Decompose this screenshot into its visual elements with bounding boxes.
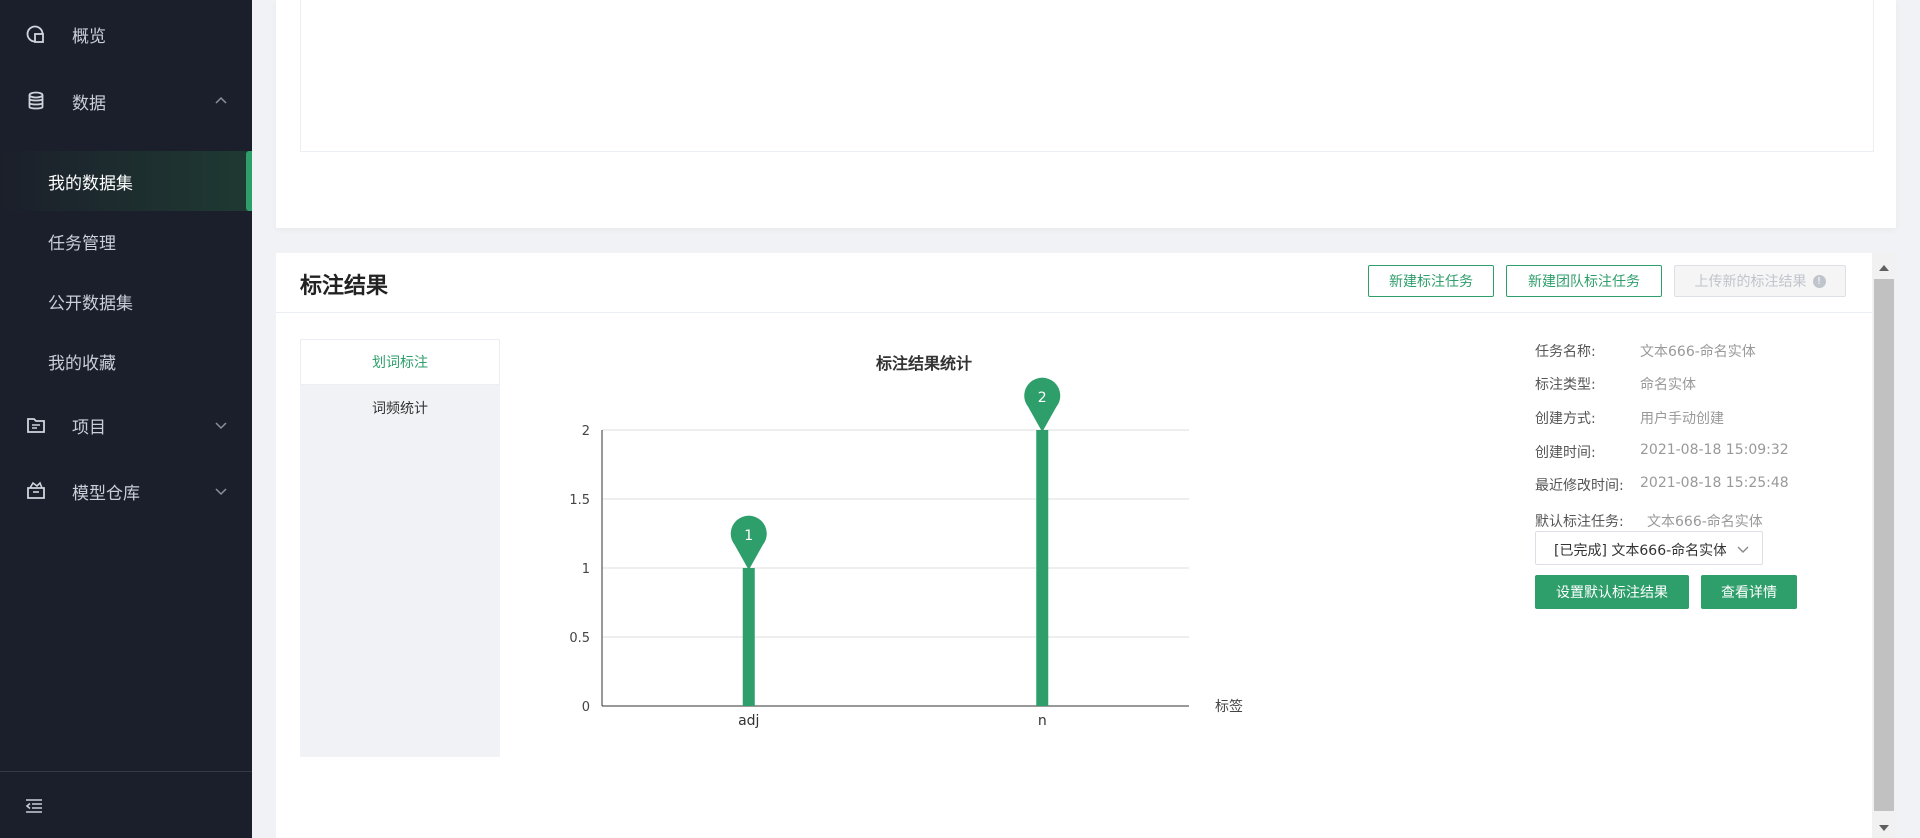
x-axis-label: 标签 xyxy=(1215,698,1243,715)
upload-result-label: 上传新的标注结果 xyxy=(1694,274,1807,290)
chevron-up-icon xyxy=(214,94,228,108)
info-value: 命名实体 xyxy=(1640,377,1696,393)
info-row-modified-time: 最近修改时间: 2021-08-18 15:25:48 xyxy=(1535,475,1789,495)
info-key: 默认标注任务: xyxy=(1535,514,1624,530)
collapse-menu-icon[interactable] xyxy=(24,796,44,816)
chart: 标注结果统计 0 0.5 1 1.5 2 标签 adj 1 n 2 xyxy=(524,313,1504,783)
upload-result-button: 上传新的标注结果 ! xyxy=(1674,265,1846,297)
info-icon: ! xyxy=(1812,274,1826,288)
top-card xyxy=(276,0,1896,228)
sidebar-item-data[interactable]: 数据 xyxy=(0,73,252,129)
info-row-task-name: 任务名称: 文本666-命名实体 xyxy=(1535,341,1756,361)
sidebar-subitem-task-management[interactable]: 任务管理 xyxy=(0,211,252,271)
sidebar-divider xyxy=(0,771,252,772)
tab-word-annotation[interactable]: 划词标注 xyxy=(300,339,500,385)
info-value: 2021-08-18 15:25:48 xyxy=(1640,475,1789,491)
sidebar-item-label: 模型仓库 xyxy=(72,483,140,504)
chevron-down-icon xyxy=(1736,542,1750,556)
sidebar: 概览 数据 我的数据集 任务管理 公开数据集 我的收藏 项目 模型仓库 xyxy=(0,0,252,838)
y-tick-label: 1.5 xyxy=(569,493,590,508)
info-key: 创建时间: xyxy=(1535,445,1596,461)
sidebar-item-label: 概览 xyxy=(72,26,106,47)
sidebar-subitem-label: 公开数据集 xyxy=(48,293,133,314)
sidebar-item-label: 数据 xyxy=(72,93,106,114)
sidebar-item-overview[interactable]: 概览 xyxy=(0,6,252,62)
info-value: 2021-08-18 15:09:32 xyxy=(1640,442,1789,458)
bar xyxy=(1036,430,1049,706)
database-icon xyxy=(26,91,46,111)
result-card: 标注结果 新建标注任务 新建团队标注任务 上传新的标注结果 ! 划词标注 词频统… xyxy=(276,253,1896,838)
info-row-annotation-type: 标注类型: 命名实体 xyxy=(1535,374,1696,394)
chart-svg: 标注结果统计 0 0.5 1 1.5 2 标签 adj 1 n 2 xyxy=(569,354,1243,729)
info-key: 创建方式: xyxy=(1535,411,1596,427)
y-tick-label: 1 xyxy=(582,562,590,577)
data-label: 2 xyxy=(1038,390,1047,406)
result-header: 标注结果 新建标注任务 新建团队标注任务 上传新的标注结果 ! xyxy=(276,253,1872,313)
sidebar-subitem-my-datasets[interactable]: 我的数据集 xyxy=(0,151,252,211)
sidebar-item-project[interactable]: 项目 xyxy=(0,397,252,453)
scrollbar[interactable] xyxy=(1872,253,1896,838)
new-team-task-button[interactable]: 新建团队标注任务 xyxy=(1506,265,1662,297)
y-tick-label: 2 xyxy=(582,424,590,439)
overview-icon xyxy=(26,24,46,44)
sidebar-subitem-label: 我的收藏 xyxy=(48,353,116,374)
result-title: 标注结果 xyxy=(300,274,389,299)
tab-word-frequency[interactable]: 词频统计 xyxy=(300,385,500,431)
sidebar-item-model-repo[interactable]: 模型仓库 xyxy=(0,463,252,519)
info-key: 标注类型: xyxy=(1535,377,1596,393)
scroll-down-arrow-icon[interactable] xyxy=(1878,821,1890,831)
info-value: 文本666-命名实体 xyxy=(1640,344,1756,360)
new-task-button[interactable]: 新建标注任务 xyxy=(1368,265,1494,297)
sidebar-subitem-public-datasets[interactable]: 公开数据集 xyxy=(0,271,252,331)
chart-title: 标注结果统计 xyxy=(875,354,972,373)
preview-area xyxy=(300,0,1874,152)
info-row-creation-method: 创建方式: 用户手动创建 xyxy=(1535,408,1724,428)
scroll-up-arrow-icon[interactable] xyxy=(1878,261,1890,271)
info-key: 最近修改时间: xyxy=(1535,478,1624,494)
project-icon xyxy=(26,415,46,435)
active-indicator xyxy=(246,151,252,211)
model-repo-icon xyxy=(26,481,46,501)
info-value: 文本666-命名实体 xyxy=(1647,514,1763,530)
tab-panel: 划词标注 词频统计 xyxy=(300,339,500,757)
y-tick-label: 0 xyxy=(582,700,590,715)
sidebar-subitem-my-favorites[interactable]: 我的收藏 xyxy=(0,331,252,391)
scroll-thumb[interactable] xyxy=(1874,279,1894,811)
info-row-default-task: 默认标注任务: 文本666-命名实体 xyxy=(1535,511,1763,531)
sidebar-item-label: 项目 xyxy=(72,417,106,438)
chevron-down-icon xyxy=(214,484,228,498)
info-row-created-time: 创建时间: 2021-08-18 15:09:32 xyxy=(1535,442,1789,462)
chevron-down-icon xyxy=(214,418,228,432)
select-value: [已完成] 文本666-命名实体 xyxy=(1554,543,1726,559)
x-tick-label: adj xyxy=(738,713,759,729)
sidebar-subitem-label: 任务管理 xyxy=(48,233,116,254)
y-tick-label: 0.5 xyxy=(569,631,590,646)
bar xyxy=(742,568,755,706)
set-default-result-button[interactable]: 设置默认标注结果 xyxy=(1535,575,1689,609)
x-tick-label: n xyxy=(1038,713,1047,729)
sidebar-subitem-label: 我的数据集 xyxy=(48,173,133,194)
view-details-button[interactable]: 查看详情 xyxy=(1701,575,1797,609)
info-key: 任务名称: xyxy=(1535,344,1596,360)
data-label: 1 xyxy=(744,528,753,544)
default-task-select[interactable]: [已完成] 文本666-命名实体 xyxy=(1535,531,1763,565)
info-value: 用户手动创建 xyxy=(1640,411,1724,427)
